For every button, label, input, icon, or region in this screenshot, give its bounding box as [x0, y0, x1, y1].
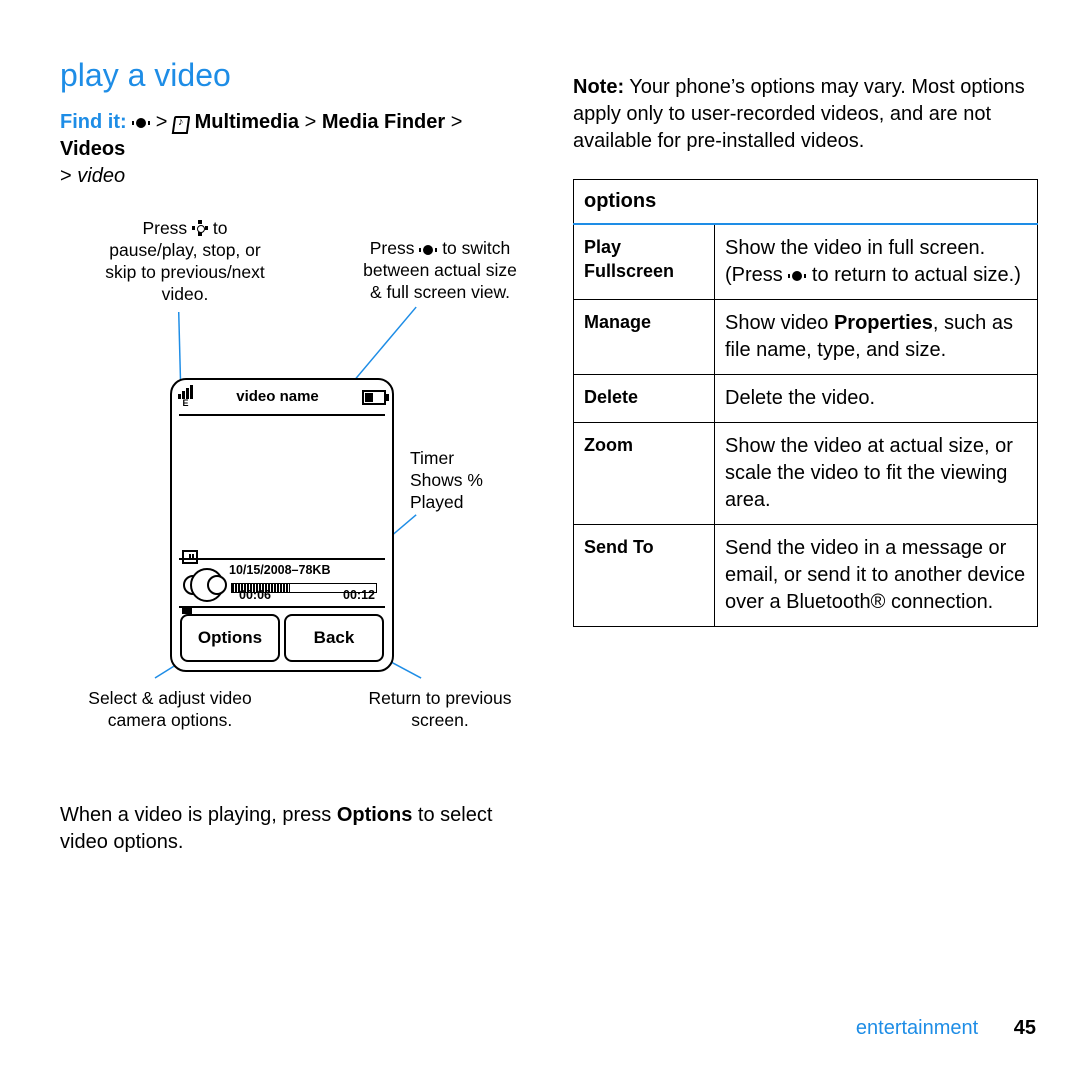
option-desc: Send the video in a message or email, or…	[715, 525, 1038, 627]
center-select-icon	[132, 118, 150, 128]
phone-frame: E video name 10/15/2008–78KB 00:06	[170, 378, 394, 672]
option-name: Send To	[574, 525, 715, 627]
next-icon	[207, 575, 227, 595]
softkey-back[interactable]: Back	[284, 614, 384, 662]
video-meta: 10/15/2008–78KB	[229, 562, 330, 579]
option-desc: Delete the video.	[715, 375, 1038, 423]
note-text: Your phone’s options may vary. Most opti…	[573, 76, 1025, 152]
transport-control	[183, 568, 227, 598]
left-column: play a video Find it: > Multimedia > Med…	[60, 54, 525, 876]
option-desc: Show the video in full screen. (Press to…	[715, 224, 1038, 300]
time-elapsed: 00:06	[239, 587, 271, 604]
pause-icon	[182, 550, 198, 564]
option-name: Delete	[574, 375, 715, 423]
option-name: Play Fullscreen	[574, 224, 715, 300]
options-table: options Play FullscreenShow the video in…	[573, 179, 1038, 627]
path-multimedia: Multimedia	[195, 111, 299, 133]
footer-section: entertainment	[856, 1017, 978, 1039]
video-preview-area	[179, 414, 385, 556]
control-bar: 10/15/2008–78KB 00:06 00:12	[179, 558, 385, 608]
footer-page-number: 45	[1014, 1017, 1036, 1039]
status-bar: E video name	[178, 384, 386, 410]
note-label: Note:	[573, 76, 624, 98]
multimedia-icon	[173, 113, 189, 131]
table-row: Play FullscreenShow the video in full sc…	[574, 224, 1038, 300]
center-select-icon	[788, 271, 806, 281]
right-column: Note: Your phone’s options may vary. Mos…	[573, 54, 1038, 876]
option-name: Manage	[574, 300, 715, 375]
option-name: Zoom	[574, 423, 715, 525]
option-desc: Show video Properties, such as file name…	[715, 300, 1038, 375]
option-desc: Show the video at actual size, or scale …	[715, 423, 1038, 525]
path-video-italic: video	[77, 165, 125, 187]
body-paragraph: When a video is playing, press Options t…	[60, 802, 525, 856]
table-row: DeleteDelete the video.	[574, 375, 1038, 423]
time-total: 00:12	[343, 587, 375, 604]
table-row: ZoomShow the video at actual size, or sc…	[574, 423, 1038, 525]
path-videos: Videos	[60, 138, 125, 160]
page-footer: entertainment 45	[856, 1015, 1036, 1042]
signal-icon: E	[178, 385, 193, 409]
note-paragraph: Note: Your phone’s options may vary. Mos…	[573, 74, 1038, 155]
find-it-path: Find it: > Multimedia > Media Finder > V…	[60, 109, 525, 190]
softkey-options[interactable]: Options	[180, 614, 280, 662]
path-media-finder: Media Finder	[322, 111, 445, 133]
battery-icon	[362, 390, 386, 405]
video-title: video name	[236, 387, 319, 407]
find-it-label: Find it:	[60, 111, 127, 133]
table-row: ManageShow video Properties, such as fil…	[574, 300, 1038, 375]
section-title: play a video	[60, 54, 525, 97]
options-table-header: options	[574, 180, 1038, 225]
softkey-row: Options Back	[178, 612, 386, 664]
table-row: Send ToSend the video in a message or em…	[574, 525, 1038, 627]
phone-illustration: Press topause/play, stop, orskip to prev…	[60, 218, 525, 778]
